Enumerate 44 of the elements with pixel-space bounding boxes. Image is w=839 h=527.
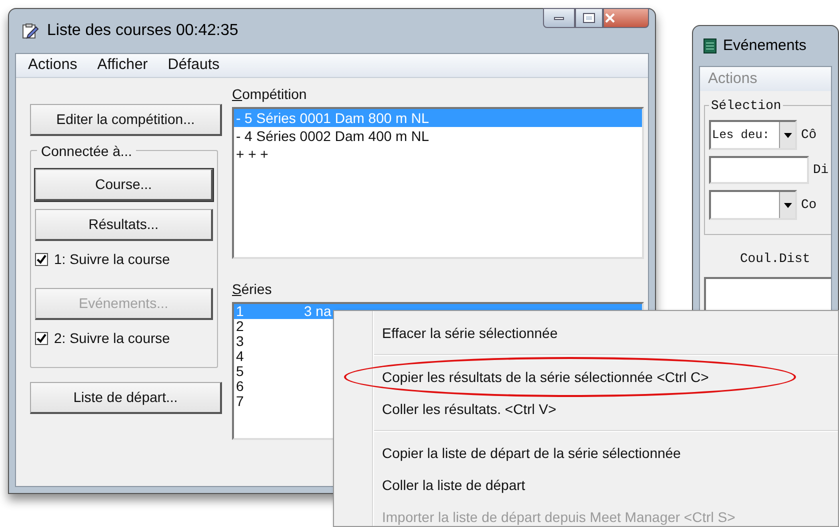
menu-item[interactable]: Coller les résultats. <Ctrl V> [374,393,838,425]
close-icon [604,13,616,23]
checkbox-label: 2: Suivre la course [54,329,170,348]
menu-item[interactable]: Afficher [97,54,148,77]
menu-item[interactable]: Actions [28,54,78,77]
table-cell: 3 na [304,304,332,319]
menu-item[interactable]: Copier la liste de départ de la série sélectionnée [374,437,838,469]
maximize-button[interactable] [575,8,603,28]
row-number[interactable]: 4 [236,349,304,364]
row-number[interactable]: 5 [236,364,304,379]
group-button[interactable]: Course... [35,169,213,201]
field-label: Di [813,161,829,180]
list-row[interactable]: + + + [234,145,642,163]
list-label: Compétition [232,85,308,104]
clipboard-icon [21,22,39,40]
window-title: Evénements [723,36,806,56]
checkbox[interactable] [35,332,48,345]
list-row[interactable]: - 4 Séries 0002 Dam 400 m NL [234,127,642,145]
row-number[interactable]: 6 [236,379,304,394]
minimize-button[interactable] [543,8,575,28]
row-number[interactable]: 3 [236,334,304,349]
dropdown[interactable] [709,190,797,220]
field-label: Co [801,196,817,214]
close-button[interactable] [603,8,649,28]
menu-item[interactable]: Coller la liste de départ [374,469,838,501]
edit-competition-button[interactable]: Editer la compétition... [30,104,222,136]
menu-item[interactable]: Effacer la série sélectionnée [374,317,838,349]
column-header: Coul.Dist [740,250,812,268]
checkbox[interactable] [35,253,48,266]
group-button[interactable]: Résultats... [35,209,213,241]
row-number[interactable]: 2 [236,319,304,334]
dropdown-arrow-icon[interactable] [784,202,792,208]
window-title: Liste des courses 00:42:35 [47,21,238,41]
checkbox-label: 1: Suivre la course [54,250,170,269]
input-field[interactable] [709,156,809,184]
row-number[interactable]: 7 [236,394,304,409]
menu-item[interactable]: Copier les résultats de la série sélectionnée <Ctrl C> [374,361,838,393]
notebook-icon [703,38,717,54]
start-list-button[interactable]: Liste de départ... [30,382,222,414]
list-label: Séries [232,280,273,299]
dropdown[interactable]: Les deu: [709,120,797,150]
dropdown-arrow-icon[interactable] [784,132,792,138]
menu-item[interactable]: Défauts [168,54,220,77]
field-label: Cô [801,126,817,144]
